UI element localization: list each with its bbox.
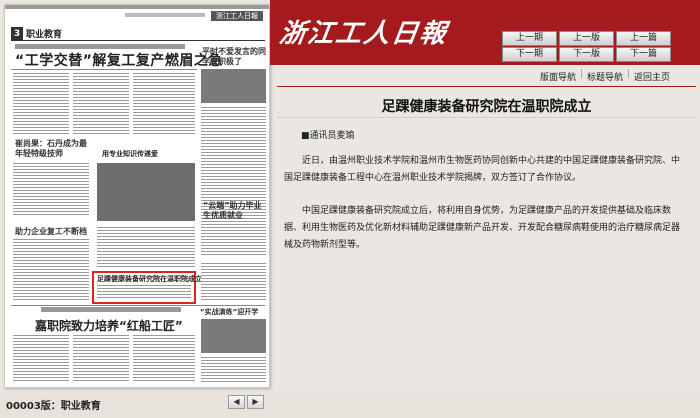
newspaper-page-thumbnail[interactable]: 浙江工人日報 3 职业教育 “工学交替”解复工复产燃眉之急 平时不爱发言的同学变… [4, 4, 270, 388]
page-text-block [201, 263, 266, 301]
article-title: 足踝健康装备研究院在温职院成立 [381, 99, 592, 115]
page-side-title[interactable]: 平时不爱发言的同学变积极了 [202, 47, 266, 67]
subnav-separator: | [580, 69, 584, 79]
page-date-line [125, 13, 205, 17]
next-issue-button[interactable]: 下一期 [502, 47, 557, 62]
page-text-block [133, 335, 195, 383]
previous-page-arrow-button[interactable]: ◀ [228, 395, 245, 409]
article-paragraph: 中国足踝健康装备研究院成立后，将利用自身优势，为足踝健康产品的开发提供基础及临床… [284, 206, 681, 250]
prev-issue-button[interactable]: 上一期 [502, 31, 557, 46]
page-photo-center [97, 163, 195, 221]
page-sub-head[interactable]: 助力企业复工不断档 [15, 227, 91, 237]
page-sub-head[interactable]: 崔尚果：石丹成为最年轻特级技师 [15, 139, 87, 159]
page-text-block [201, 107, 266, 257]
page-sub-head[interactable]: “云端”助力毕业生优质就业 [203, 201, 265, 221]
page-bottom-headline[interactable]: 嘉职院致力培养“红船工匠” [35, 317, 183, 334]
page-text-block [201, 357, 266, 383]
page-rule [11, 305, 265, 306]
page-text-block [97, 285, 191, 299]
page-main-headline[interactable]: “工学交替”解复工复产燃眉之急 [15, 50, 223, 70]
page-photo-top-right [201, 69, 266, 103]
page-photo-bottom-right [201, 319, 266, 353]
prev-page-button[interactable]: 上一版 [559, 31, 614, 46]
page-text-block [13, 335, 69, 383]
prev-article-button[interactable]: 上一篇 [616, 31, 671, 46]
article-reporter: ■通讯员麦瑜 [301, 131, 355, 141]
subnav-separator: | [627, 69, 631, 79]
page-text-block [97, 227, 195, 267]
next-page-arrow-button[interactable]: ▶ [247, 395, 264, 409]
page-text-block [133, 73, 195, 135]
page-top-strip [5, 5, 269, 9]
next-page-button[interactable]: 下一版 [559, 47, 614, 62]
current-page-label: 00003版：职业教育 [6, 401, 101, 412]
return-home-link[interactable]: 返回主页 [634, 70, 670, 83]
subnav-divider [277, 86, 696, 87]
page-text-block [13, 239, 89, 301]
page-footer-bar: 00003版：职业教育 ◀ ▶ [0, 393, 700, 418]
page-kicker-line [15, 44, 185, 49]
page-text-block [73, 73, 129, 135]
next-article-button[interactable]: 下一篇 [616, 47, 671, 62]
page-text-block [13, 73, 69, 135]
site-header: 浙江工人日報 上一期 上一版 上一篇 下一期 下一版 下一篇 [270, 0, 700, 65]
site-logo[interactable]: 浙江工人日報 [277, 13, 450, 50]
page-text-block [73, 335, 129, 383]
sub-navigation: 版面导航 | 标题导航 | 返回主页 [270, 66, 700, 84]
page-bottom-kicker [41, 307, 181, 312]
page-section-name: 职业教育 [26, 30, 63, 40]
page-number-badge: 3 [11, 27, 23, 40]
article-paragraph: 近日，由温州职业技术学院和温州市生物医药协同创新中心共建的中国足踝健康装备研究院… [284, 156, 681, 183]
page-sub-head[interactable]: 用专业知识传递爱 [100, 147, 178, 161]
highlighted-article-title[interactable]: 足踝健康装备研究院在温职院成立 [97, 274, 202, 284]
page-masthead: 浙江工人日報 [211, 11, 263, 21]
page-navigation-link[interactable]: 版面导航 [540, 70, 576, 83]
article-title-divider [277, 117, 696, 118]
page-section-header: 3 职业教育 [11, 27, 265, 41]
page-rule [11, 69, 197, 70]
page-sub-head[interactable]: “实战演练”迎开学 [200, 307, 266, 317]
page-text-block [13, 163, 89, 215]
title-navigation-link[interactable]: 标题导航 [587, 70, 623, 83]
